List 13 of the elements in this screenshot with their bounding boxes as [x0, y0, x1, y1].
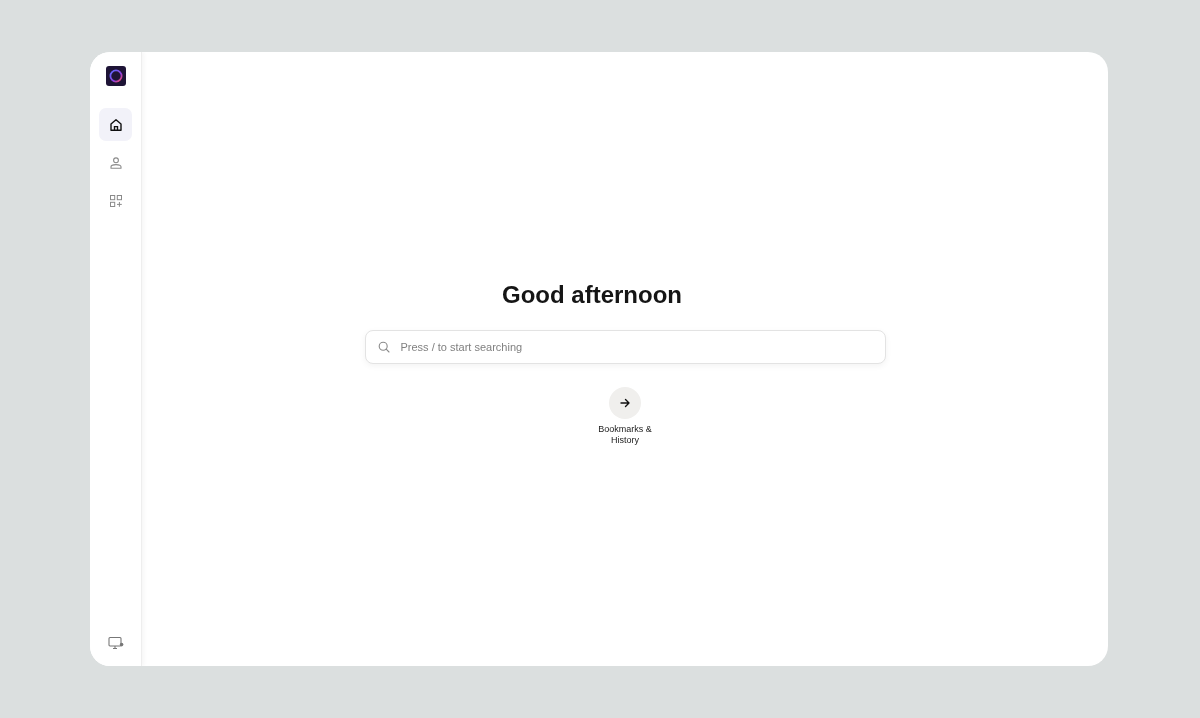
display-button[interactable]: [105, 634, 126, 652]
monitor-icon: [107, 636, 124, 650]
home-nav-button[interactable]: [99, 108, 132, 141]
search-field[interactable]: Press / to start searching: [364, 330, 886, 364]
grid-plus-icon: [108, 193, 123, 208]
greeting-heading: Good afternoon: [502, 280, 682, 310]
person-icon: [108, 155, 123, 170]
ring-logo-icon: [105, 66, 126, 86]
shortcut-button[interactable]: [609, 387, 641, 419]
arrow-right-icon: [620, 398, 630, 408]
search-icon: [377, 341, 390, 353]
shortcut-label[interactable]: Bookmarks & History: [592, 424, 658, 446]
home-icon: [108, 117, 123, 132]
